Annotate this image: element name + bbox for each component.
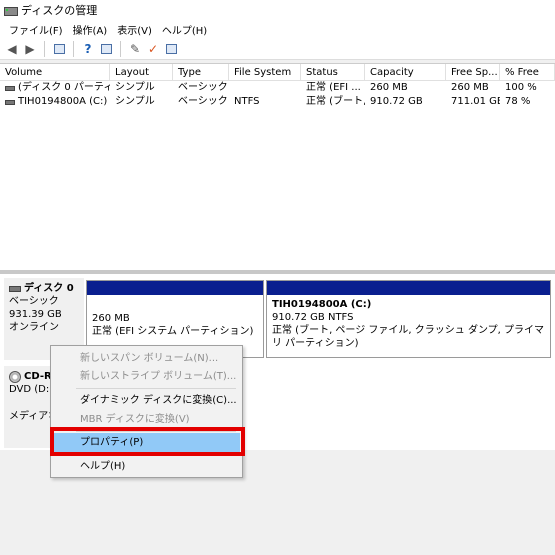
type-cell: ベーシック	[178, 82, 228, 93]
connect-icon[interactable]: ✎	[127, 41, 143, 57]
menu-item-convert-dynamic[interactable]: ダイナミック ディスクに変換(C)...	[51, 391, 242, 411]
status-cell: 正常 (EFI ...	[306, 82, 361, 93]
disk-management-icon	[4, 5, 18, 16]
free-space-cell: 711.01 GB	[451, 96, 500, 107]
disk-0-status: オンライン	[9, 322, 59, 333]
type-cell: ベーシック	[178, 96, 228, 107]
capacity-cell: 260 MB	[370, 82, 408, 93]
disk-0-title: ディスク 0	[9, 282, 79, 295]
menu-separator	[76, 431, 236, 432]
cdrom-name: CD-R	[24, 371, 52, 382]
column-header-type[interactable]: Type	[173, 64, 229, 80]
partition-stripe	[267, 281, 550, 295]
properties-icon[interactable]	[98, 41, 114, 57]
toolbar: ◀ ▶ ? ✎ ✓	[0, 38, 555, 60]
volume-cell: (ディスク 0 パーティショ...	[0, 81, 110, 95]
back-arrow-icon[interactable]: ◀	[4, 41, 20, 57]
capacity-cell: 910.72 GB	[370, 96, 423, 107]
table-row[interactable]: (ディスク 0 パーティショ... シンプル ベーシック 正常 (EFI ...…	[0, 81, 555, 95]
c-partition-name: TIH0194800A (C:)	[272, 299, 372, 310]
disk-0-size: 931.39 GB	[9, 309, 62, 320]
console-tree-icon[interactable]	[51, 41, 67, 57]
c-drive-partition[interactable]: TIH0194800A (C:) 910.72 GB NTFS 正常 (ブート,…	[266, 280, 551, 358]
file-system-cell: NTFS	[234, 96, 260, 107]
toolbar-separator	[120, 40, 121, 57]
toolbar-separator	[44, 40, 45, 57]
status-cell: 正常 (ブート,...	[306, 96, 365, 107]
column-header-status[interactable]: Status	[301, 64, 365, 80]
menu-item-properties[interactable]: プロパティ(P)	[53, 433, 240, 453]
volume-cell: TIH0194800A (C:)	[0, 95, 110, 109]
disk-0-name: ディスク 0	[24, 283, 74, 294]
menu-action[interactable]: 操作(A)	[68, 22, 113, 37]
disk-0-type: ベーシック	[9, 296, 59, 307]
volume-list: Volume Layout Type File System Status Ca…	[0, 63, 555, 270]
toolbar-separator	[73, 40, 74, 57]
volume-list-header: Volume Layout Type File System Status Ca…	[0, 64, 555, 81]
column-header-volume[interactable]: Volume	[0, 64, 110, 80]
volume-name: TIH0194800A (C:)	[18, 96, 108, 107]
export-list-icon[interactable]	[163, 41, 179, 57]
efi-partition-status: 正常 (EFI システム パーティション)	[92, 326, 254, 337]
efi-partition-size: 260 MB	[92, 313, 130, 324]
column-header-percent-free[interactable]: % Free	[500, 64, 555, 80]
menu-item-new-striped-volume: 新しいストライプ ボリューム(T)...	[80, 371, 237, 382]
percent-free-cell: 78 %	[505, 96, 531, 107]
free-space-cell: 260 MB	[451, 82, 489, 93]
menu-view[interactable]: 表示(V)	[112, 22, 157, 37]
title-bar: ディスクの管理	[0, 0, 555, 20]
disk-icon	[9, 285, 21, 292]
menu-separator	[76, 454, 236, 455]
table-row[interactable]: TIH0194800A (C:) シンプル ベーシック NTFS 正常 (ブート…	[0, 95, 555, 109]
disk-context-menu: 新しいスパン ボリューム(N)... 新しいストライプ ボリューム(T)... …	[50, 345, 243, 478]
cd-drive-icon	[9, 370, 21, 383]
menu-separator	[76, 388, 236, 389]
partition-stripe	[87, 281, 263, 295]
c-partition-status: 正常 (ブート, ページ ファイル, クラッシュ ダンプ, プライマリ パーティ…	[272, 325, 545, 349]
menu-file[interactable]: ファイル(F)	[4, 22, 68, 37]
column-header-file-system[interactable]: File System	[229, 64, 301, 80]
volume-name: (ディスク 0 パーティショ...	[18, 82, 110, 93]
forward-arrow-icon[interactable]: ▶	[22, 41, 38, 57]
percent-free-cell: 100 %	[505, 82, 537, 93]
column-header-free-space[interactable]: Free Sp...	[446, 64, 500, 80]
layout-cell: シンプル	[115, 96, 155, 107]
column-header-capacity[interactable]: Capacity	[365, 64, 446, 80]
window-title: ディスクの管理	[21, 4, 98, 17]
help-icon[interactable]: ?	[80, 41, 96, 57]
volume-icon	[5, 99, 15, 105]
column-header-layout[interactable]: Layout	[110, 64, 173, 80]
menu-item-help[interactable]: ヘルプ(H)	[51, 457, 242, 477]
menu-bar: ファイル(F) 操作(A) 表示(V) ヘルプ(H)	[0, 20, 555, 38]
menu-item-convert-mbr: MBR ディスクに変換(V)	[80, 414, 190, 425]
menu-help[interactable]: ヘルプ(H)	[157, 22, 212, 37]
volume-icon	[5, 85, 15, 91]
check-icon[interactable]: ✓	[145, 41, 161, 57]
menu-item-new-spanned-volume: 新しいスパン ボリューム(N)...	[80, 353, 219, 364]
layout-cell: シンプル	[115, 82, 155, 93]
file-system-cell	[229, 81, 301, 95]
c-partition-size: 910.72 GB NTFS	[272, 312, 354, 323]
